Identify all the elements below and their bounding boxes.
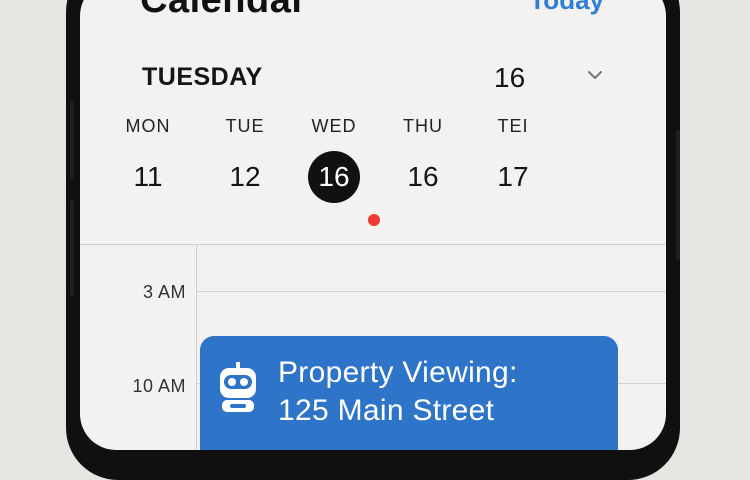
event-title-line-2: 125 Main Street	[278, 394, 495, 427]
week-day-date: 12	[229, 161, 261, 192]
week-day-label: THU	[403, 116, 443, 136]
event-title-line-1: Property Viewing:	[278, 356, 518, 389]
selected-day-name: TUESDAY	[142, 63, 263, 91]
week-strip: MON 11 TUE 12 WED 16 THU 16 TEI 17	[120, 115, 620, 225]
robot-icon	[220, 362, 256, 412]
today-button[interactable]: Today	[529, 0, 604, 20]
page-title: Calendar	[140, 0, 307, 21]
week-day-wed[interactable]: WED 16	[294, 115, 374, 203]
side-button-right	[676, 130, 680, 260]
phone-screen: Calendar Today TUESDAY 16 MON 11 TUE 12 …	[80, 0, 666, 450]
week-day-label: TUE	[225, 116, 265, 136]
week-day-mon[interactable]: MON 11	[108, 115, 188, 203]
week-day-tei[interactable]: TEI 17	[473, 115, 553, 203]
week-day-thu[interactable]: THU 16	[383, 115, 463, 203]
time-label-10am: 10 AM	[132, 376, 186, 396]
event-card[interactable]: Property Viewing: 125 Main Street	[200, 336, 618, 450]
event-title: Property Viewing: 125 Main Street	[278, 354, 518, 430]
week-day-date: 16	[407, 161, 439, 192]
time-label-3am: 3 AM	[142, 282, 186, 302]
week-day-label: MON	[125, 116, 171, 136]
chevron-down-icon[interactable]	[584, 64, 606, 86]
week-day-tue[interactable]: TUE 12	[205, 115, 285, 203]
event-indicator-dot	[368, 214, 380, 226]
selected-date[interactable]: 16	[494, 62, 525, 94]
timeline-gutter-line	[196, 244, 197, 450]
side-button-left-1	[70, 100, 74, 180]
timeline-top-divider	[80, 244, 666, 245]
week-day-date: 11	[133, 161, 163, 192]
week-day-label: TEI	[497, 116, 529, 136]
hour-line-3am	[196, 291, 666, 292]
week-day-label: WED	[311, 116, 357, 136]
side-button-left-2	[70, 200, 74, 296]
week-day-date: 17	[497, 161, 529, 192]
week-day-date-selected: 16	[308, 151, 360, 203]
